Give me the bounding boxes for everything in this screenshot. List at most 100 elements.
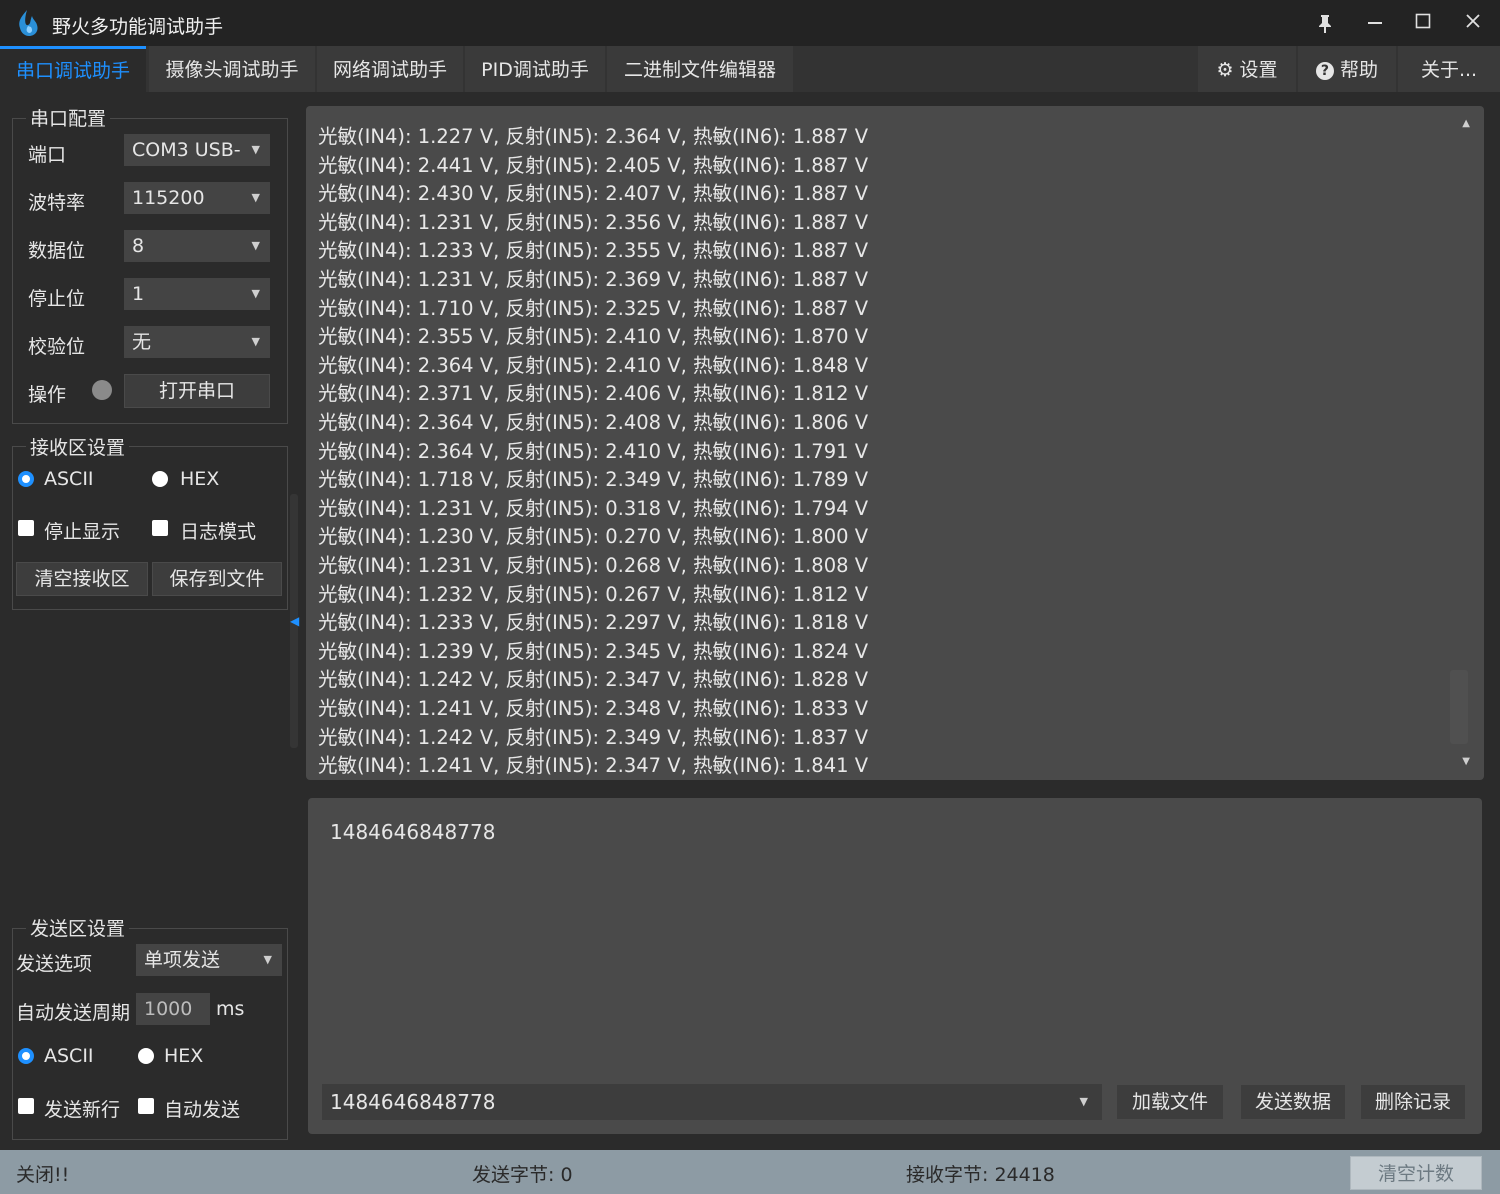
- minimize-icon[interactable]: [1358, 8, 1392, 40]
- status-led-icon: [92, 380, 112, 400]
- period-unit: ms: [216, 998, 245, 1020]
- sent-bytes: 发送字节: 0: [472, 1164, 573, 1186]
- send-newline-checkbox[interactable]: [18, 1098, 34, 1114]
- recv-ascii-radio[interactable]: [18, 471, 34, 487]
- chevron-down-icon: ▼: [251, 143, 260, 156]
- receive-line: 光敏(IN4): 1.710 V, 反射(IN5): 2.325 V, 热敏(I…: [318, 296, 869, 320]
- log-mode-label: 日志模式: [180, 521, 257, 543]
- collapse-arrow-icon[interactable]: ◀: [290, 614, 299, 628]
- auto-period-input[interactable]: 1000: [136, 993, 210, 1025]
- window-title: 野火多功能调试助手: [52, 16, 224, 38]
- serial-config-legend: 串口配置: [26, 104, 111, 131]
- title-bar: 野火多功能调试助手: [0, 0, 1500, 48]
- recv-settings-legend: 接收区设置: [26, 433, 130, 460]
- status-bar: 关闭!! 发送字节: 0 接收字节: 24418 清空计数: [0, 1150, 1500, 1194]
- save-to-file-button[interactable]: 保存到文件: [152, 562, 282, 596]
- receive-line: 光敏(IN4): 1.231 V, 反射(IN5): 0.318 V, 热敏(I…: [318, 496, 869, 520]
- receive-line: 光敏(IN4): 2.371 V, 反射(IN5): 2.406 V, 热敏(I…: [318, 382, 869, 406]
- operation-label: 操作: [28, 384, 67, 406]
- receive-line: 光敏(IN4): 2.355 V, 反射(IN5): 2.410 V, 热敏(I…: [318, 325, 869, 349]
- receive-line: 光敏(IN4): 2.364 V, 反射(IN5): 2.410 V, 热敏(I…: [318, 439, 869, 463]
- receive-line: 光敏(IN4): 1.241 V, 反射(IN5): 2.347 V, 热敏(I…: [318, 754, 869, 778]
- chevron-down-icon: ▼: [251, 287, 260, 300]
- receive-line: 光敏(IN4): 1.231 V, 反射(IN5): 0.268 V, 热敏(I…: [318, 554, 869, 577]
- settings-button[interactable]: ⚙ 设置: [1198, 46, 1296, 92]
- send-option-select[interactable]: 单项发送 ▼: [136, 944, 282, 976]
- parity-select[interactable]: 无 ▼: [124, 326, 270, 358]
- receive-line: 光敏(IN4): 1.230 V, 反射(IN5): 0.270 V, 热敏(I…: [318, 525, 869, 549]
- port-select[interactable]: COM3 USB- ▼: [124, 134, 270, 166]
- receive-line: 光敏(IN4): 1.242 V, 反射(IN5): 2.349 V, 热敏(I…: [318, 725, 869, 749]
- receive-line: 光敏(IN4): 1.241 V, 反射(IN5): 2.348 V, 热敏(I…: [318, 697, 869, 720]
- receive-line: 光敏(IN4): 1.227 V, 反射(IN5): 2.364 V, 热敏(I…: [318, 125, 869, 148]
- send-hex-label: HEX: [164, 1045, 204, 1067]
- chevron-down-icon: ▼: [251, 239, 260, 252]
- auto-send-label: 自动发送: [164, 1099, 241, 1121]
- baud-label: 波特率: [28, 192, 86, 214]
- scroll-down-icon[interactable]: ▼: [1462, 756, 1470, 767]
- chevron-down-icon: ▼: [251, 335, 260, 348]
- port-label: 端口: [28, 144, 67, 166]
- send-data-button[interactable]: 发送数据: [1240, 1084, 1346, 1120]
- receive-text-area[interactable]: ▲ ▼ 光敏(IN4): 1.227 V, 反射(IN5): 2.364 V, …: [306, 106, 1484, 780]
- help-button[interactable]: ? 帮助: [1298, 46, 1396, 92]
- load-file-button[interactable]: 加载文件: [1116, 1084, 1224, 1120]
- receive-line: 光敏(IN4): 2.430 V, 反射(IN5): 2.407 V, 热敏(I…: [318, 182, 869, 206]
- chevron-down-icon: ▼: [1079, 1095, 1088, 1108]
- receive-line: 光敏(IN4): 1.718 V, 反射(IN5): 2.349 V, 热敏(I…: [318, 468, 869, 492]
- databits-select[interactable]: 8 ▼: [124, 230, 270, 262]
- tab-pid-debug[interactable]: PID调试助手: [465, 46, 605, 92]
- baud-select[interactable]: 115200 ▼: [124, 182, 270, 214]
- send-ascii-radio[interactable]: [18, 1048, 34, 1064]
- receive-line: 光敏(IN4): 1.242 V, 反射(IN5): 2.347 V, 热敏(I…: [318, 668, 869, 692]
- auto-send-checkbox[interactable]: [138, 1098, 154, 1114]
- tab-camera-debug[interactable]: 摄像头调试助手: [149, 46, 315, 92]
- scroll-up-icon[interactable]: ▲: [1462, 118, 1470, 129]
- pin-icon[interactable]: [1308, 8, 1342, 40]
- send-history-select[interactable]: 1484646848778 ▼: [322, 1084, 1102, 1120]
- clear-count-button[interactable]: 清空计数: [1350, 1156, 1482, 1190]
- received-bytes: 接收字节: 24418: [906, 1164, 1055, 1186]
- send-settings-legend: 发送区设置: [26, 914, 130, 941]
- receive-line: 光敏(IN4): 1.233 V, 反射(IN5): 2.355 V, 热敏(I…: [318, 239, 869, 263]
- send-ascii-label: ASCII: [44, 1045, 94, 1067]
- log-mode-checkbox[interactable]: [152, 520, 168, 536]
- parity-label: 校验位: [28, 336, 86, 358]
- recv-ascii-label: ASCII: [44, 468, 94, 490]
- chevron-down-icon: ▼: [263, 953, 272, 966]
- stopbits-select[interactable]: 1 ▼: [124, 278, 270, 310]
- tab-serial-debug[interactable]: 串口调试助手: [0, 46, 146, 95]
- recv-hex-radio[interactable]: [152, 471, 168, 487]
- receive-line: 光敏(IN4): 2.364 V, 反射(IN5): 2.410 V, 热敏(I…: [318, 353, 869, 377]
- about-button[interactable]: 关于...: [1398, 46, 1500, 92]
- receive-line: 光敏(IN4): 1.239 V, 反射(IN5): 2.345 V, 热敏(I…: [318, 639, 869, 663]
- open-port-button[interactable]: 打开串口: [124, 374, 270, 408]
- send-option-label: 发送选项: [16, 953, 93, 975]
- receive-line: 光敏(IN4): 2.441 V, 反射(IN5): 2.405 V, 热敏(I…: [318, 153, 869, 177]
- maximize-icon[interactable]: [1406, 8, 1440, 40]
- question-icon: ?: [1315, 62, 1334, 80]
- clear-receive-button[interactable]: 清空接收区: [16, 562, 148, 596]
- receive-line: 光敏(IN4): 1.231 V, 反射(IN5): 2.356 V, 热敏(I…: [318, 210, 869, 234]
- recv-hex-label: HEX: [180, 468, 220, 490]
- flame-logo-icon: [19, 10, 38, 36]
- stop-display-label: 停止显示: [44, 521, 121, 543]
- send-panel: 1484646848778 1484646848778 ▼ 加载文件 发送数据 …: [308, 798, 1482, 1134]
- receive-line: 光敏(IN4): 1.232 V, 反射(IN5): 0.267 V, 热敏(I…: [318, 582, 869, 606]
- delete-history-button[interactable]: 删除记录: [1360, 1084, 1466, 1120]
- tab-bar: 串口调试助手 摄像头调试助手 网络调试助手 PID调试助手 二进制文件编辑器 ⚙…: [0, 46, 1500, 95]
- close-icon[interactable]: [1456, 8, 1490, 40]
- scrollbar-thumb[interactable]: [1450, 670, 1468, 744]
- send-newline-label: 发送新行: [44, 1099, 121, 1121]
- send-hex-radio[interactable]: [138, 1048, 154, 1064]
- tab-network-debug[interactable]: 网络调试助手: [317, 46, 463, 92]
- tab-binary-editor[interactable]: 二进制文件编辑器: [607, 46, 793, 92]
- send-text-area[interactable]: 1484646848778: [330, 820, 495, 844]
- receive-line: 光敏(IN4): 2.364 V, 反射(IN5): 2.408 V, 热敏(I…: [318, 411, 869, 434]
- stop-display-checkbox[interactable]: [18, 520, 34, 536]
- port-status: 关闭!!: [16, 1164, 70, 1186]
- stopbits-label: 停止位: [28, 288, 86, 310]
- databits-label: 数据位: [28, 240, 86, 262]
- auto-period-label: 自动发送周期: [16, 1002, 131, 1024]
- gear-icon: ⚙: [1216, 59, 1234, 81]
